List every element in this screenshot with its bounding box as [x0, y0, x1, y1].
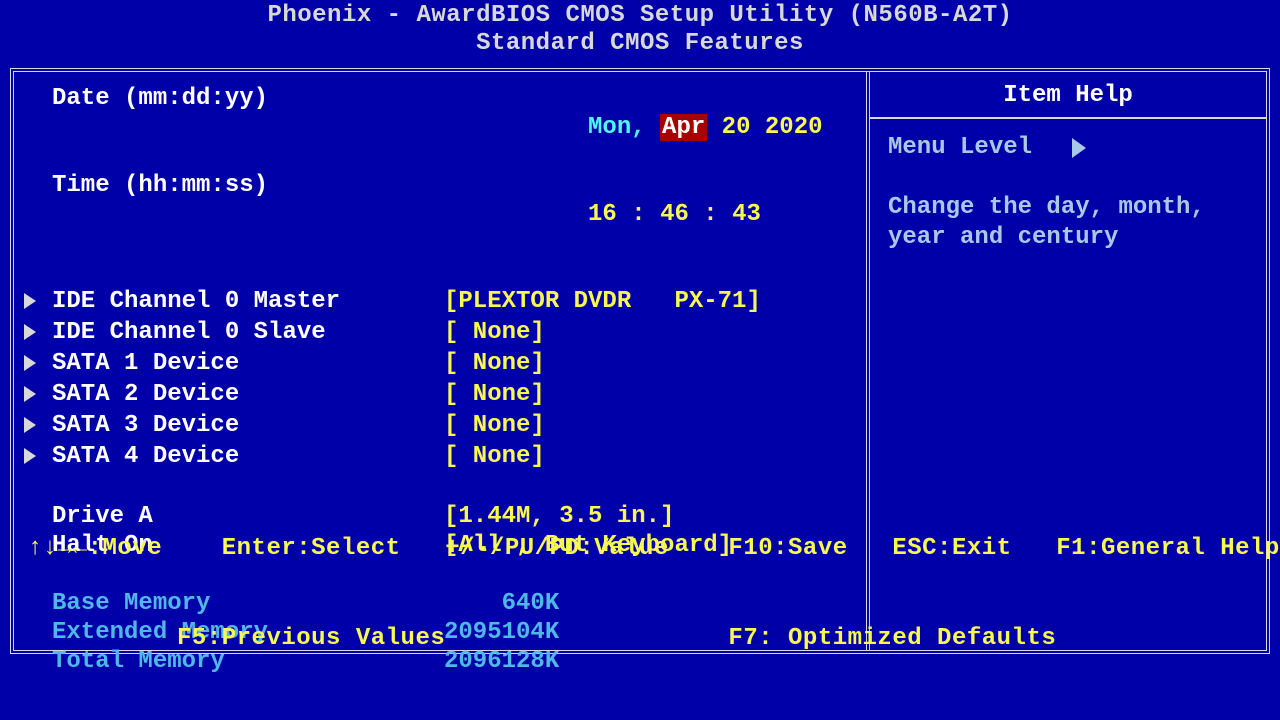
date-label: Date (mm:dd:yy)	[52, 84, 444, 171]
menu-level-label: Menu Level	[888, 133, 1032, 163]
sata-1-device[interactable]: SATA 1 Device [ None]	[24, 349, 856, 380]
submenu-arrow-icon	[24, 355, 36, 371]
submenu-arrow-icon	[24, 417, 36, 433]
time-row[interactable]: Time (hh:mm:ss) 16 : 46 : 43	[24, 171, 856, 258]
time-mm[interactable]: 46	[660, 201, 689, 228]
menu-level-row: Menu Level	[888, 133, 1248, 163]
key-legend: ↑↓→←:Move Enter:Select +/-/PU/PD:Value F…	[0, 474, 1280, 714]
key-legend-line1: ↑↓→←:Move Enter:Select +/-/PU/PD:Value F…	[28, 534, 1280, 564]
bios-title: Phoenix - AwardBIOS CMOS Setup Utility (…	[0, 2, 1280, 30]
time-hh[interactable]: 16	[588, 201, 617, 228]
submenu-arrow-icon	[24, 293, 36, 309]
date-month-selected[interactable]: Apr	[660, 114, 707, 141]
menu-level-arrow-icon	[1072, 138, 1086, 158]
key-legend-line2: F5:Previous Values F7: Optimized Default…	[28, 624, 1280, 654]
sata-3-device[interactable]: SATA 3 Device [ None]	[24, 411, 856, 442]
ide-channel-0-master[interactable]: IDE Channel 0 Master [PLEXTOR DVDR PX-71…	[24, 287, 856, 318]
submenu-arrow-icon	[24, 386, 36, 402]
sata-4-device[interactable]: SATA 4 Device [ None]	[24, 442, 856, 473]
help-text: Change the day, month, year and century	[888, 193, 1248, 253]
date-row[interactable]: Date (mm:dd:yy) Mon, Apr 20 2020	[24, 84, 856, 171]
date-weekday: Mon,	[588, 114, 646, 141]
time-label: Time (hh:mm:ss)	[52, 171, 444, 258]
bios-subtitle: Standard CMOS Features	[0, 30, 1280, 58]
help-title: Item Help	[870, 72, 1266, 119]
submenu-arrow-icon	[24, 448, 36, 464]
submenu-arrow-icon	[24, 324, 36, 340]
sata-2-device[interactable]: SATA 2 Device [ None]	[24, 380, 856, 411]
date-year[interactable]: 2020	[765, 114, 823, 141]
time-ss[interactable]: 43	[732, 201, 761, 228]
date-day[interactable]: 20	[722, 114, 751, 141]
ide-channel-0-slave[interactable]: IDE Channel 0 Slave [ None]	[24, 318, 856, 349]
